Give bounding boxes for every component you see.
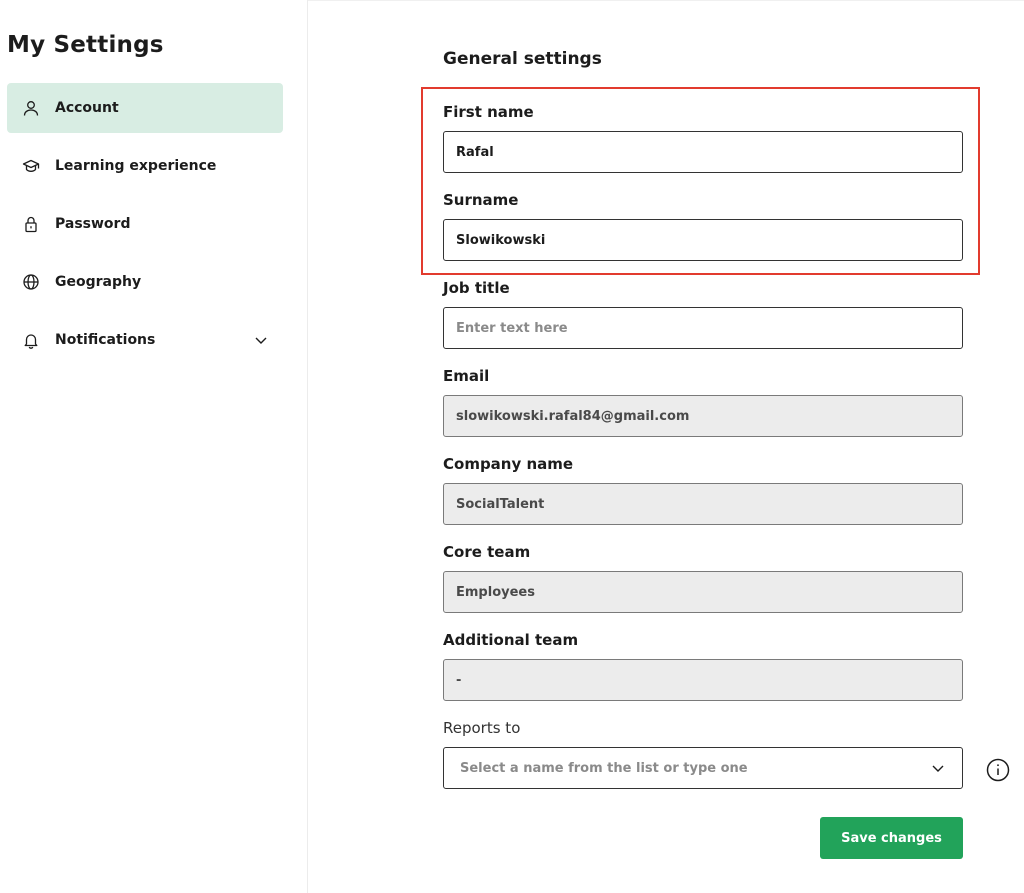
additional-team-field — [443, 659, 963, 701]
company-name-label: Company name — [443, 455, 574, 473]
graduation-cap-icon — [22, 157, 40, 175]
top-divider — [308, 0, 1024, 1]
save-button[interactable]: Save changes — [820, 817, 963, 859]
sidebar-item-label: Geography — [55, 274, 142, 290]
sidebar-item-label: Password — [55, 216, 131, 232]
lock-icon — [22, 215, 40, 233]
job-title-input[interactable] — [443, 307, 963, 349]
sidebar-item-password[interactable]: Password — [7, 199, 283, 249]
first-name-input[interactable] — [443, 131, 963, 173]
job-title-label: Job title — [443, 279, 510, 297]
globe-icon — [22, 273, 40, 291]
sidebar-title: My Settings — [7, 32, 164, 58]
email-field — [443, 395, 963, 437]
settings-page: My Settings Account Learning experience — [0, 0, 1024, 893]
sidebar-item-account[interactable]: Account — [7, 83, 283, 133]
first-name-label: First name — [443, 103, 534, 121]
surname-label: Surname — [443, 191, 519, 209]
company-name-field — [443, 483, 963, 525]
core-team-field — [443, 571, 963, 613]
sidebar: My Settings Account Learning experience — [0, 0, 308, 893]
reports-to-label: Reports to — [443, 719, 521, 737]
bell-icon — [22, 331, 40, 349]
sidebar-item-geography[interactable]: Geography — [7, 257, 283, 307]
sidebar-item-label: Learning experience — [55, 158, 217, 174]
surname-input[interactable] — [443, 219, 963, 261]
section-title: General settings — [443, 49, 602, 69]
sidebar-item-learning-experience[interactable]: Learning experience — [7, 141, 283, 191]
reports-to-select[interactable]: Select a name from the list or type one — [443, 747, 963, 789]
email-label: Email — [443, 367, 490, 385]
user-icon — [22, 99, 40, 117]
reports-to-placeholder: Select a name from the list or type one — [460, 760, 748, 776]
info-icon[interactable] — [986, 758, 1010, 782]
chevron-down-icon[interactable] — [930, 760, 946, 776]
core-team-label: Core team — [443, 543, 531, 561]
sidebar-item-label: Account — [55, 100, 119, 116]
chevron-down-icon[interactable] — [253, 332, 269, 348]
sidebar-item-notifications[interactable]: Notifications — [7, 315, 283, 365]
additional-team-label: Additional team — [443, 631, 579, 649]
sidebar-item-label: Notifications — [55, 332, 156, 348]
